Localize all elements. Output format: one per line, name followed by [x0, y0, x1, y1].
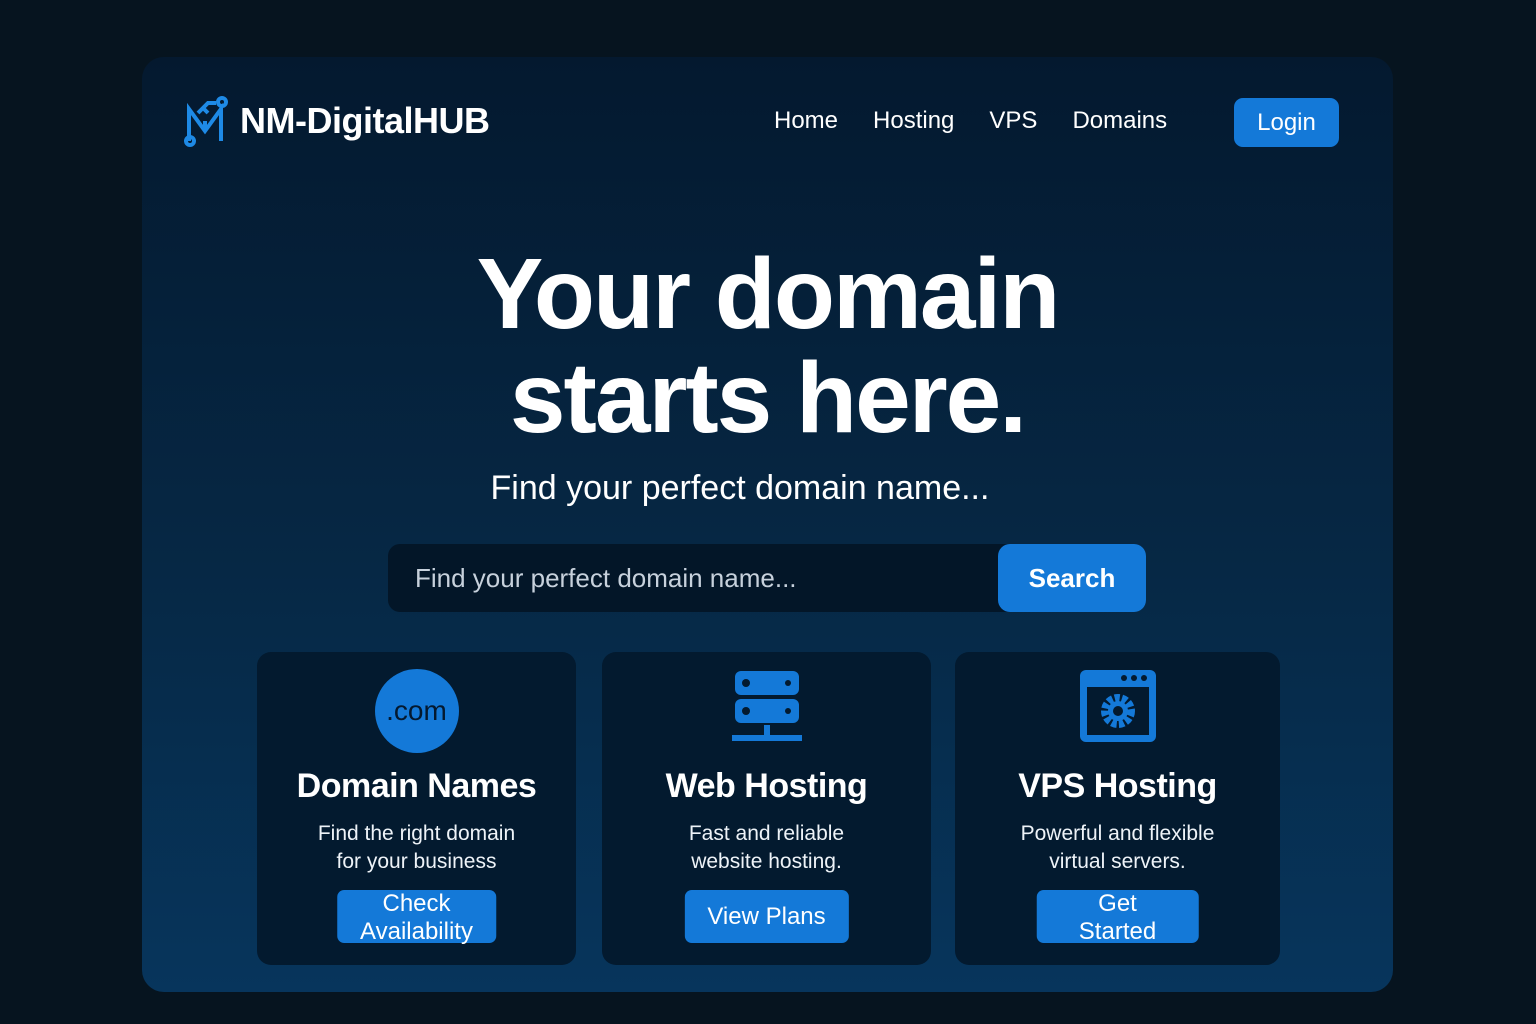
nav-hosting[interactable]: Hosting: [873, 107, 954, 135]
login-button[interactable]: Login: [1234, 98, 1339, 147]
card-description: Powerful and flexible virtual servers.: [1020, 822, 1215, 873]
search-button[interactable]: Search: [998, 544, 1146, 612]
brand-name: NM-DigitalHUB: [240, 100, 490, 141]
hero-subtitle: Find your perfect domain name...: [490, 469, 990, 507]
main-panel: NM-DigitalHUB Home Hosting VPS Domains L…: [142, 57, 1393, 992]
nav-domains[interactable]: Domains: [1072, 107, 1167, 135]
card-domain-names: .com Domain Names Find the right domain f…: [257, 652, 576, 965]
nav-home[interactable]: Home: [774, 107, 838, 135]
dot-com-icon: .com: [374, 669, 459, 753]
main-nav: Home Hosting VPS Domains: [774, 107, 1167, 135]
browser-gear-icon: [1079, 670, 1156, 742]
view-plans-button[interactable]: View Plans: [684, 890, 849, 943]
card-vps-hosting: VPS Hosting Powerful and flexible virtual…: [955, 652, 1280, 965]
card-web-hosting: Web Hosting Fast and reliable website hos…: [602, 652, 931, 965]
hero-title: Your domain starts here.: [142, 242, 1393, 450]
card-description: Fast and reliable website hosting.: [688, 822, 845, 873]
get-started-button[interactable]: Get Started: [1036, 890, 1199, 945]
server-icon: [731, 671, 802, 741]
nav-vps[interactable]: VPS: [989, 107, 1037, 135]
domain-search: Search: [388, 544, 1146, 612]
card-description: Find the right domain for your business: [317, 822, 516, 873]
logo[interactable]: NM-DigitalHUB: [184, 95, 490, 147]
domain-search-input[interactable]: [388, 544, 998, 612]
hero-line-1: Your domain: [476, 238, 1061, 350]
card-title: Web Hosting: [665, 767, 868, 805]
logo-icon: [184, 96, 228, 147]
hero-line-2: starts here.: [509, 342, 1027, 454]
check-availability-button[interactable]: Check Availability: [336, 890, 497, 945]
card-title: VPS Hosting: [1018, 767, 1217, 805]
card-title: Domain Names: [296, 767, 537, 805]
